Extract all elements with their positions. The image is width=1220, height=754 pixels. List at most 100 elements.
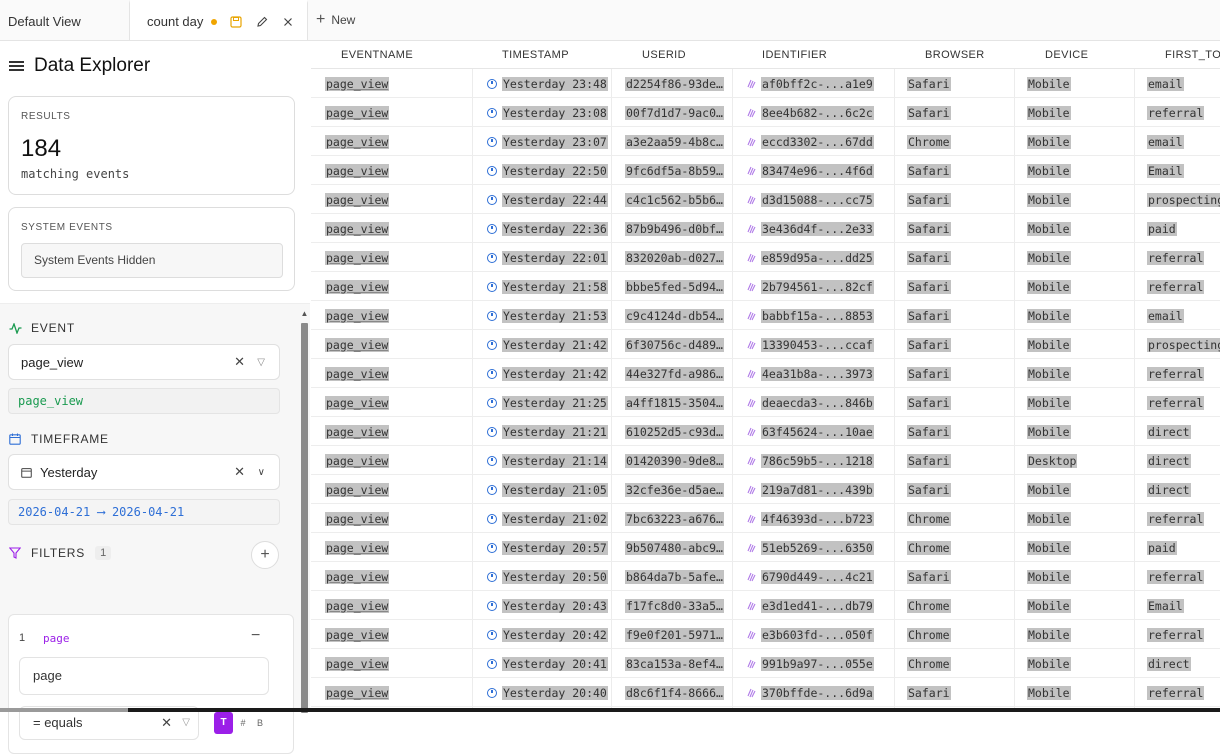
cell-device: Mobile (1027, 562, 1071, 591)
cell-text[interactable]: page_view (325, 598, 390, 613)
new-tab-button[interactable]: + New (308, 0, 355, 40)
scroll-thumb[interactable] (301, 323, 308, 713)
column-header-device[interactable]: DEVICE (1045, 41, 1088, 69)
table-row[interactable]: page_view Yesterday 20:40 d8c6f1f4-8666… 37… (311, 678, 1220, 707)
cell-text[interactable]: page_view (325, 134, 390, 149)
cell-text: 2b794561-...82cf (761, 279, 874, 294)
timeframe-select[interactable]: Yesterday ✕ ∨ (8, 454, 280, 490)
cell-text[interactable]: page_view (325, 192, 390, 207)
table-row[interactable]: page_view Yesterday 21:42 6f30756c-d489… 13… (311, 330, 1220, 359)
fingerprint-icon (747, 456, 756, 466)
cell-text[interactable]: page_view (325, 540, 390, 555)
column-header-first-touch[interactable]: FIRST_TOUC (1165, 41, 1220, 69)
cell-text[interactable]: page_view (325, 424, 390, 439)
cell-text: Safari (907, 221, 951, 236)
column-header-timestamp[interactable]: TIMESTAMP (502, 41, 569, 69)
column-header-browser[interactable]: BROWSER (925, 41, 985, 69)
clear-timeframe-icon[interactable]: ✕ (234, 464, 245, 480)
cell-text: Safari (907, 366, 951, 381)
close-tab-icon[interactable] (281, 15, 295, 29)
add-filter-button[interactable]: + (251, 541, 279, 569)
cell-eventname: page_view (325, 649, 390, 678)
clear-event-icon[interactable]: ✕ (234, 354, 245, 370)
table-row[interactable]: page_view Yesterday 20:42 f9e0f201-5971… e3… (311, 620, 1220, 649)
table-row[interactable]: page_view Yesterday 21:05 32cfe36e-d5ae… 21… (311, 475, 1220, 504)
cell-browser: Safari (907, 185, 951, 214)
table-row[interactable]: page_view Yesterday 20:50 b864da7b-5afe… 67… (311, 562, 1220, 591)
cell-text[interactable]: page_view (325, 366, 390, 381)
type-number-button[interactable]: # (235, 712, 251, 734)
bottom-scrollbar[interactable] (0, 708, 1220, 712)
chevron-down-icon[interactable]: ∨ (258, 467, 265, 478)
cell-device: Mobile (1027, 649, 1071, 678)
table-row[interactable]: page_view Yesterday 23:07 a3e2aa59-4b8c… ec… (311, 127, 1220, 156)
table-row[interactable]: page_view Yesterday 22:36 87b9b496-d0bf… 3e… (311, 214, 1220, 243)
cell-text[interactable]: page_view (325, 569, 390, 584)
cell-text: Yesterday 21:58 (502, 279, 608, 294)
table-row[interactable]: page_view Yesterday 21:14 01420390-9de8… 78… (311, 446, 1220, 475)
scroll-up-arrow-icon[interactable]: ▲ (300, 309, 309, 318)
cell-text[interactable]: page_view (325, 627, 390, 642)
table-row[interactable]: page_view Yesterday 20:57 9b507480-abc9… 51… (311, 533, 1220, 562)
table-row[interactable]: page_view Yesterday 20:41 83ca153a-8ef4… 99… (311, 649, 1220, 678)
table-row[interactable]: page_view Yesterday 23:08 00f7d1d7-9ac0… 8e… (311, 98, 1220, 127)
remove-filter-button[interactable]: − (251, 627, 260, 645)
table-row[interactable]: page_view Yesterday 21:25 a4ff1815-3504… de… (311, 388, 1220, 417)
tab-count-day[interactable]: count day (130, 0, 308, 40)
cell-text[interactable]: page_view (325, 685, 390, 700)
cell-text: Safari (907, 163, 951, 178)
cell-text[interactable]: page_view (325, 76, 390, 91)
cell-text[interactable]: page_view (325, 250, 390, 265)
table-row[interactable]: page_view Yesterday 23:48 d2254f86-93de… af… (311, 69, 1220, 98)
tab-default-view[interactable]: Default View (0, 0, 130, 40)
cell-text: Mobile (1027, 598, 1071, 613)
filter-value-input[interactable]: page (19, 657, 269, 695)
cell-text: Chrome (907, 540, 951, 555)
cell-text[interactable]: page_view (325, 279, 390, 294)
cell-text[interactable]: page_view (325, 482, 390, 497)
table-row[interactable]: page_view Yesterday 21:53 c9c4124d-db54… ba… (311, 301, 1220, 330)
cell-text: bbbe5fed-5d94… (625, 279, 724, 294)
table-row[interactable]: page_view Yesterday 21:58 bbbe5fed-5d94… 2b… (311, 272, 1220, 301)
cell-text: f17fc8d0-33a5… (625, 598, 724, 613)
cell-text: Mobile (1027, 250, 1071, 265)
cell-text[interactable]: page_view (325, 308, 390, 323)
cell-text[interactable]: page_view (325, 337, 390, 352)
cell-text[interactable]: page_view (325, 453, 390, 468)
bottom-scroll-thumb[interactable] (0, 708, 128, 712)
table-row[interactable]: page_view Yesterday 20:43 f17fc8d0-33a5… e3… (311, 591, 1220, 620)
cell-browser: Chrome (907, 591, 951, 620)
table-row[interactable]: page_view Yesterday 22:44 c4c1c562-b5b6… d3… (311, 185, 1220, 214)
system-events-toggle[interactable]: System Events Hidden (21, 243, 283, 278)
cell-text: Yesterday 23:48 (502, 76, 608, 91)
cell-text: Safari (907, 424, 951, 439)
table-row[interactable]: page_view Yesterday 21:42 44e327fd-a986… 4e… (311, 359, 1220, 388)
cell-text[interactable]: page_view (325, 395, 390, 410)
table-row[interactable]: page_view Yesterday 22:50 9fc6df5a-8b59… 83… (311, 156, 1220, 185)
table-row[interactable]: page_view Yesterday 21:02 7bc63223-a676… 4f… (311, 504, 1220, 533)
system-events-card: SYSTEM EVENTS System Events Hidden (8, 207, 295, 291)
cell-text[interactable]: page_view (325, 163, 390, 178)
cell-browser: Chrome (907, 649, 951, 678)
cell-text: referral (1147, 105, 1205, 120)
column-header-eventname[interactable]: EVENTNAME (341, 41, 413, 69)
column-header-identifier[interactable]: IDENTIFIER (762, 41, 827, 69)
cell-text[interactable]: page_view (325, 221, 390, 236)
edit-pencil-icon[interactable] (255, 15, 269, 29)
chevron-down-icon[interactable]: ▽ (257, 357, 265, 368)
column-header-userid[interactable]: USERID (642, 41, 686, 69)
cell-text[interactable]: page_view (325, 511, 390, 526)
type-text-button[interactable]: T (214, 712, 233, 734)
cell-text[interactable]: page_view (325, 105, 390, 120)
cell-text[interactable]: page_view (325, 656, 390, 671)
event-select[interactable]: page_view ✕ ▽ (8, 344, 280, 380)
clock-icon (487, 629, 497, 640)
cell-identifier: 786c59b5-...1218 (747, 446, 874, 475)
cell-text: Chrome (907, 598, 951, 613)
panel-scrollbar[interactable]: ▲ (300, 309, 309, 713)
save-icon[interactable] (229, 15, 243, 29)
table-row[interactable]: page_view Yesterday 21:21 610252d5-c93d… 63… (311, 417, 1220, 446)
type-boolean-button[interactable]: B (252, 712, 268, 734)
table-row[interactable]: page_view Yesterday 22:01 832020ab-d027… e8… (311, 243, 1220, 272)
cell-text: referral (1147, 366, 1205, 381)
